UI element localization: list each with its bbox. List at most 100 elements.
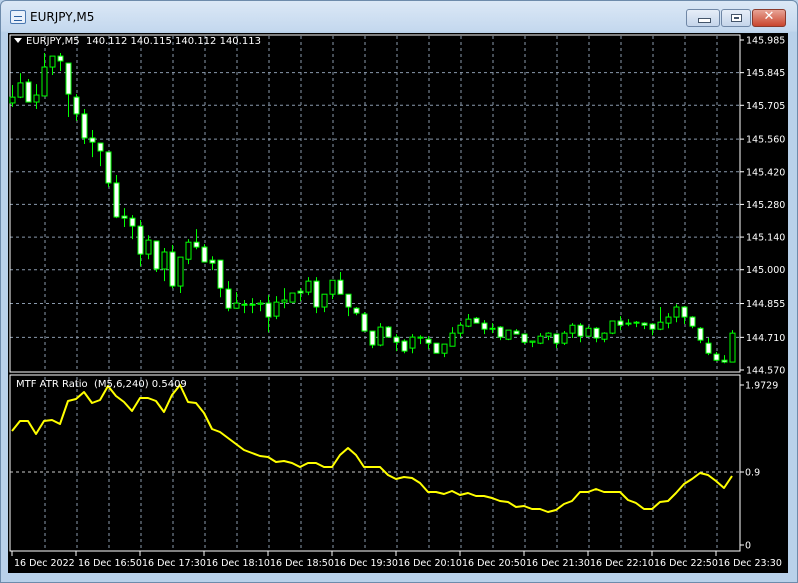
candle-body (289, 292, 296, 303)
indicator-panel-border (9, 374, 741, 552)
indicator-name: MTF ATR Ratio (16, 379, 88, 390)
chart-header: EURJPY,M5 140.112 140.115 140.112 140.11… (14, 36, 261, 47)
candle-body (601, 332, 608, 340)
candle-body (41, 66, 48, 97)
indicator-axis-label: 0.9 (745, 468, 760, 479)
indicator-axis-label: 1.9729 (745, 381, 778, 392)
time-axis-label: 16 Dec 18:10 (206, 558, 270, 569)
time-axis-label: 16 Dec 18:50 (270, 558, 334, 569)
candle-body (729, 332, 736, 363)
candle-body (537, 335, 544, 344)
time-axis-label: 16 Dec 23:30 (718, 558, 782, 569)
time-axis-label: 16 Dec 20:50 (462, 558, 526, 569)
candle-body (233, 302, 240, 309)
candle-body (249, 303, 256, 306)
candle-body (505, 329, 512, 340)
price-axis-label: 145.420 (746, 167, 785, 178)
candle-body (57, 55, 64, 62)
candle-body (305, 280, 312, 293)
candle-body (593, 327, 600, 339)
candle-body (209, 259, 216, 264)
candle-body (673, 306, 680, 318)
candle-body (265, 302, 272, 318)
candle-body (521, 333, 528, 343)
candle-body (81, 113, 88, 139)
candle-body (545, 332, 552, 337)
time-axis-label: 16 Dec 17:30 (142, 558, 206, 569)
time-axis-label: 16 Dec 21:30 (526, 558, 590, 569)
candle-body (369, 330, 376, 346)
price-axis-label: 145.845 (746, 68, 785, 79)
candle-body (497, 326, 504, 338)
candle-body (665, 316, 672, 324)
candle-body (449, 332, 456, 347)
time-axis-label: 16 Dec 19:30 (334, 558, 398, 569)
candle-body (297, 290, 304, 294)
candle-body (393, 336, 400, 343)
candle-body (217, 259, 224, 289)
candle-body (321, 293, 328, 308)
candle-body (633, 321, 640, 324)
candle-body (377, 326, 384, 346)
candle-body (129, 217, 136, 227)
price-axis-label: 145.985 (746, 36, 785, 47)
time-axis-label: 16 Dec 20:10 (398, 558, 462, 569)
candle-body (409, 336, 416, 349)
price-chart[interactable]: 145.985 145.845 145.705 145.560 145.420 145.2… (0, 0, 798, 583)
candle-body (457, 324, 464, 334)
candle-body (465, 318, 472, 327)
candle-body (689, 316, 696, 327)
candle-body (489, 327, 496, 330)
candle-body (105, 151, 112, 184)
candle-body (417, 336, 424, 339)
price-axis-label: 144.710 (746, 333, 785, 344)
candle-body (553, 333, 560, 344)
candle-body (17, 82, 24, 98)
candle-body (89, 137, 96, 143)
indicator-value: 0.5409 (151, 379, 187, 390)
indicator-params: (M5,6,240) (94, 379, 149, 390)
candle-body (145, 239, 152, 255)
candle-body (161, 251, 168, 270)
candle-body (273, 301, 280, 317)
time-axis-label: 16 Dec 16:50 (78, 558, 142, 569)
candle-body (585, 327, 592, 337)
candle-body (225, 288, 232, 309)
candle-body (401, 340, 408, 352)
candle-body (657, 321, 664, 330)
candle-body (329, 279, 336, 295)
candle-body (705, 342, 712, 354)
candle-body (577, 324, 584, 337)
candle-body (609, 320, 616, 334)
candle-body (65, 62, 72, 95)
time-axis-label: 16 Dec 22:10 (590, 558, 654, 569)
candle-body (137, 225, 144, 255)
candle-body (649, 323, 656, 330)
atr-ratio-line (11, 384, 733, 513)
candle-body (513, 330, 520, 335)
candle-body (353, 307, 360, 314)
price-axis-label: 144.570 (746, 366, 785, 377)
candle-body (441, 343, 448, 354)
candle-body (641, 322, 648, 326)
candle-body (529, 340, 536, 343)
candle-body (33, 94, 40, 103)
candle-body (9, 96, 16, 104)
candle-body (49, 55, 56, 68)
time-axis-label: 16 Dec 22:50 (654, 558, 718, 569)
candle-body (73, 96, 80, 115)
candle-body (681, 306, 688, 318)
candle-body (473, 317, 480, 324)
time-axis-label: 16 Dec 2022 (14, 558, 75, 569)
candle-body (713, 353, 720, 361)
candle-body (721, 359, 728, 363)
candle-body (97, 142, 104, 152)
candle-body (113, 182, 120, 218)
candle-body (433, 342, 440, 354)
price-axis-label: 145.560 (746, 135, 785, 146)
candle-body (697, 327, 704, 341)
candle-body (185, 241, 192, 260)
candle-body (257, 302, 264, 305)
dropdown-triangle-icon[interactable] (14, 38, 22, 43)
price-axis-label: 145.140 (746, 233, 785, 244)
